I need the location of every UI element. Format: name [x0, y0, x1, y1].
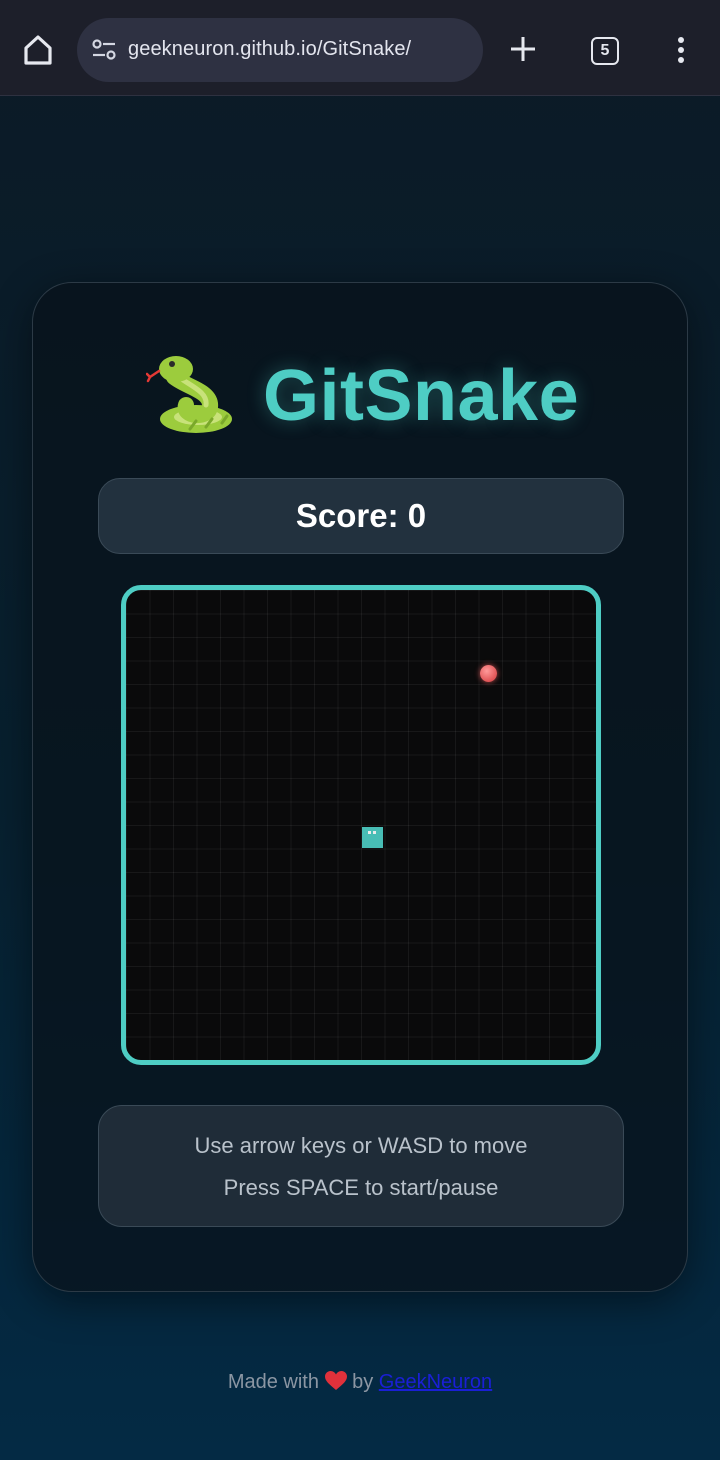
footer-author-link[interactable]: GeekNeuron: [379, 1371, 492, 1393]
game-header: GitSnake: [33, 343, 689, 453]
address-bar[interactable]: geekneuron.github.io/GitSnake/: [77, 18, 483, 82]
score-display: Score: 0: [98, 478, 624, 554]
home-icon[interactable]: [18, 30, 58, 70]
heart-icon: [324, 1371, 347, 1391]
game-card: GitSnake Score: 0 Use arrow keys or WASD…: [32, 282, 688, 1292]
game-board[interactable]: [121, 585, 601, 1065]
tab-switcher-button[interactable]: 5: [591, 37, 619, 65]
tune-icon[interactable]: [91, 39, 117, 61]
instructions-panel: Use arrow keys or WASD to move Press SPA…: [98, 1105, 624, 1227]
instructions-move: Use arrow keys or WASD to move: [194, 1133, 528, 1158]
browser-toolbar: geekneuron.github.io/GitSnake/ 5: [0, 0, 720, 96]
footer-prefix: Made with: [227, 1371, 319, 1393]
game-title: GitSnake: [263, 356, 580, 436]
plus-icon[interactable]: [508, 34, 538, 64]
kebab-menu-icon[interactable]: [670, 36, 692, 66]
snake-eye: [368, 831, 371, 834]
snake-emoji-icon: [145, 347, 244, 443]
footer-middle: by: [352, 1371, 374, 1393]
footer: Made with by GeekNeuron: [0, 1371, 720, 1394]
snake-head: [362, 827, 383, 848]
snake-eye: [373, 831, 376, 834]
url-text[interactable]: geekneuron.github.io/GitSnake/: [128, 38, 411, 61]
instructions-start: Press SPACE to start/pause: [223, 1175, 499, 1200]
food-item: [480, 665, 497, 682]
